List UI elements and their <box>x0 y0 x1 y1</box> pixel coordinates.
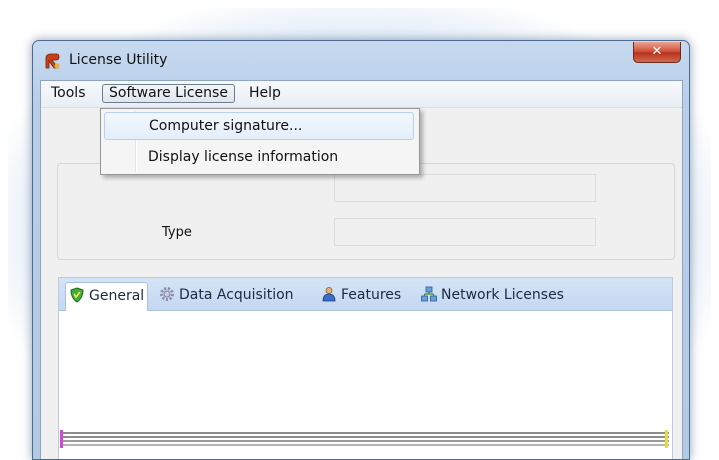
tab-features[interactable]: Features <box>321 283 401 307</box>
tab-features-label: Features <box>341 287 402 303</box>
bottom-edge-lines <box>60 430 669 448</box>
user-icon <box>322 287 336 302</box>
tab-network-licenses-label: Network Licenses <box>441 287 564 303</box>
close-button[interactable]: ✕ <box>633 42 681 63</box>
window-title: License Utility <box>69 52 168 68</box>
license-utility-window: License Utility ✕ Tools Software License… <box>32 40 690 460</box>
menu-software-license[interactable]: Software License <box>102 84 235 103</box>
menu-item-display-license-information[interactable]: Display license information <box>104 143 414 171</box>
type-field <box>334 218 596 246</box>
license-info-group: Type <box>57 163 675 260</box>
title-bar[interactable]: License Utility ✕ <box>33 41 689 81</box>
network-icon <box>421 286 437 302</box>
menu-help[interactable]: Help <box>243 84 287 103</box>
tab-data-acquisition[interactable]: Data Acquisition <box>159 283 294 307</box>
menu-tools[interactable]: Tools <box>45 84 92 103</box>
tab-general-label: General <box>89 288 145 304</box>
close-icon: ✕ <box>651 44 663 59</box>
license-value-field <box>334 174 596 202</box>
shield-icon <box>70 287 84 303</box>
tab-strip: General Data Acquisition Features Networ… <box>59 278 672 311</box>
type-label: Type <box>162 225 192 240</box>
tab-network-licenses[interactable]: Network Licenses <box>421 283 564 307</box>
menu-item-computer-signature[interactable]: Computer signature... <box>104 112 414 140</box>
menu-bar: Tools Software License Help <box>41 81 682 108</box>
software-license-dropdown: Computer signature... Display license in… <box>100 108 420 175</box>
app-logo-icon <box>45 53 60 69</box>
tab-general[interactable]: General <box>65 282 149 311</box>
tab-data-acquisition-label: Data Acquisition <box>179 287 294 303</box>
gear-icon <box>160 287 174 301</box>
